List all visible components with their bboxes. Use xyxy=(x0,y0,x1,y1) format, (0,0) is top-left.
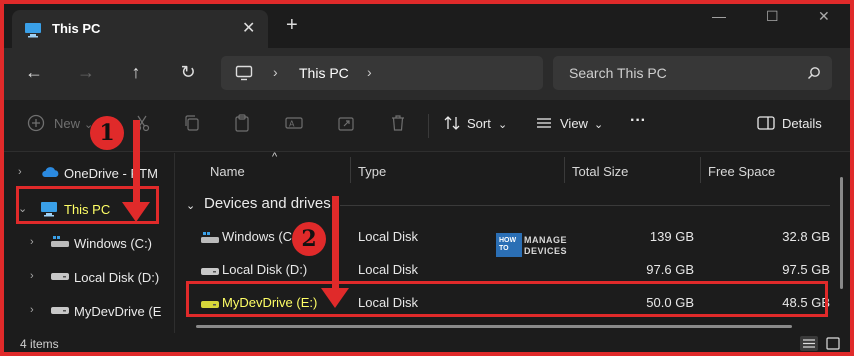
drive-type: Local Disk xyxy=(358,229,418,244)
drive-icon xyxy=(50,269,70,286)
column-header-type[interactable]: Type xyxy=(358,164,386,179)
chevron-right-icon[interactable]: › xyxy=(30,270,34,282)
step-1-arrow-head xyxy=(122,202,150,222)
search-icon xyxy=(807,66,821,83)
vertical-scrollbar[interactable] xyxy=(840,177,843,289)
step-1-arrow-shaft xyxy=(133,120,140,204)
chevron-down-icon: ⌄ xyxy=(498,119,508,131)
share-icon[interactable] xyxy=(336,113,356,133)
group-header[interactable]: Devices and drives xyxy=(204,195,331,212)
step-2-arrow-head xyxy=(321,288,349,308)
nav-item-onedrive[interactable]: › OneDrive - PTM xyxy=(4,159,175,187)
step-2-badge: 2 xyxy=(292,222,326,256)
tab-title: This PC xyxy=(52,21,101,36)
nav-item-mydevdrive-e[interactable]: › MyDevDrive (E xyxy=(4,297,175,325)
details-view-icon[interactable] xyxy=(800,336,818,351)
chevron-down-icon: ⌄ xyxy=(594,119,604,131)
watermark-how-to: HOW TO xyxy=(496,233,522,257)
drive-type: Local Disk xyxy=(358,262,418,277)
address-bar[interactable]: › This PC › xyxy=(221,56,543,90)
more-options-button[interactable]: ··· xyxy=(630,112,646,130)
view-button[interactable]: View xyxy=(560,116,588,131)
drive-name: Windows (C:) xyxy=(222,229,301,244)
windows-drive-icon xyxy=(50,235,70,252)
new-icon xyxy=(26,113,46,133)
windows-drive-icon xyxy=(200,231,220,248)
column-header-total-size[interactable]: Total Size xyxy=(572,164,628,179)
drive-row-local-disk-d[interactable]: Local Disk (D:) Local Disk 97.6 GB 97.5 … xyxy=(186,254,834,284)
nav-item-label: MyDevDrive (E xyxy=(74,304,162,319)
new-tab-button[interactable]: + xyxy=(286,14,298,37)
breadcrumb-separator[interactable]: › xyxy=(273,64,278,80)
chevron-right-icon[interactable]: › xyxy=(18,166,22,178)
chevron-right-icon[interactable]: › xyxy=(30,304,34,316)
command-bar: New ⌄ A Sort ⌄ View ⌄ ··· Details xyxy=(4,100,850,152)
svg-text:A: A xyxy=(289,120,295,129)
file-explorer-window: This PC ✕ + — ☐ ✕ ← → ↑ ↻ › This PC › Se… xyxy=(4,4,850,352)
back-button[interactable]: ← xyxy=(22,62,46,83)
copy-icon[interactable] xyxy=(182,113,202,133)
watermark-devices: DEVICES xyxy=(524,246,568,256)
pc-icon xyxy=(24,22,42,41)
nav-item-local-disk-d[interactable]: › Local Disk (D:) xyxy=(4,263,175,291)
search-input[interactable]: Search This PC xyxy=(553,56,832,90)
sort-icon xyxy=(442,113,462,133)
cloud-icon xyxy=(40,165,60,182)
horizontal-scrollbar[interactable] xyxy=(196,325,792,328)
up-button[interactable]: ↑ xyxy=(124,62,148,83)
breadcrumb-separator[interactable]: › xyxy=(367,64,372,80)
column-header-name[interactable]: Name xyxy=(210,164,245,179)
monitor-icon xyxy=(235,65,253,84)
column-divider[interactable] xyxy=(350,157,351,183)
breadcrumb-this-pc[interactable]: This PC xyxy=(299,65,349,81)
search-placeholder: Search This PC xyxy=(569,65,667,81)
status-bar: 4 items xyxy=(4,333,850,352)
chevron-down-icon[interactable]: ⌄ xyxy=(186,199,195,212)
tiles-view-icon[interactable] xyxy=(824,336,842,351)
nav-item-label: Windows (C:) xyxy=(74,236,153,251)
drive-icon xyxy=(50,303,70,320)
command-divider xyxy=(428,114,429,138)
watermark-manage: MANAGE xyxy=(524,235,567,245)
nav-item-windows-c[interactable]: › Windows (C:) xyxy=(4,229,175,257)
delete-icon[interactable] xyxy=(388,113,408,133)
item-count: 4 items xyxy=(20,337,59,351)
nav-item-label: OneDrive - PTM xyxy=(64,166,158,181)
navigation-pane: › OneDrive - PTM ⌄ This PC › Windows (C:… xyxy=(4,153,175,333)
forward-button[interactable]: → xyxy=(74,62,98,83)
refresh-button[interactable]: ↻ xyxy=(176,62,200,83)
close-tab-icon[interactable]: ✕ xyxy=(242,18,255,38)
minimize-button[interactable]: — xyxy=(712,8,726,24)
sort-button[interactable]: Sort xyxy=(467,116,491,131)
column-divider[interactable] xyxy=(564,157,565,183)
drive-total-size: 97.6 GB xyxy=(646,262,694,277)
close-window-button[interactable]: ✕ xyxy=(818,8,830,25)
rename-icon[interactable]: A xyxy=(284,113,304,133)
nav-item-label: Local Disk (D:) xyxy=(74,270,160,285)
title-bar: This PC ✕ + — ☐ ✕ xyxy=(4,4,850,48)
watermark-logo: HOW TO MANAGE DEVICES xyxy=(496,233,578,257)
details-button[interactable]: Details xyxy=(782,116,822,131)
paste-icon[interactable] xyxy=(232,113,252,133)
group-divider xyxy=(340,205,830,206)
new-button[interactable]: New xyxy=(54,116,80,131)
step-1-badge: 1 xyxy=(90,116,124,150)
drive-name: Local Disk (D:) xyxy=(222,262,308,277)
step-2-arrow-shaft xyxy=(332,196,339,290)
chevron-right-icon[interactable]: › xyxy=(30,236,34,248)
details-pane-icon xyxy=(756,113,776,133)
column-divider[interactable] xyxy=(700,157,701,183)
maximize-button[interactable]: ☐ xyxy=(766,8,779,25)
sort-caret-icon: ^ xyxy=(272,151,278,163)
navigation-bar: ← → ↑ ↻ › This PC › Search This PC xyxy=(4,48,850,100)
column-header-free-space[interactable]: Free Space xyxy=(708,164,775,179)
drive-free-space: 32.8 GB xyxy=(782,229,830,244)
drive-free-space: 97.5 GB xyxy=(782,262,830,277)
drive-icon xyxy=(200,264,220,281)
highlight-box-mydevdrive xyxy=(186,281,828,317)
drive-total-size: 139 GB xyxy=(649,229,694,244)
tab-this-pc[interactable]: This PC ✕ xyxy=(12,10,268,48)
view-icon xyxy=(534,113,554,133)
